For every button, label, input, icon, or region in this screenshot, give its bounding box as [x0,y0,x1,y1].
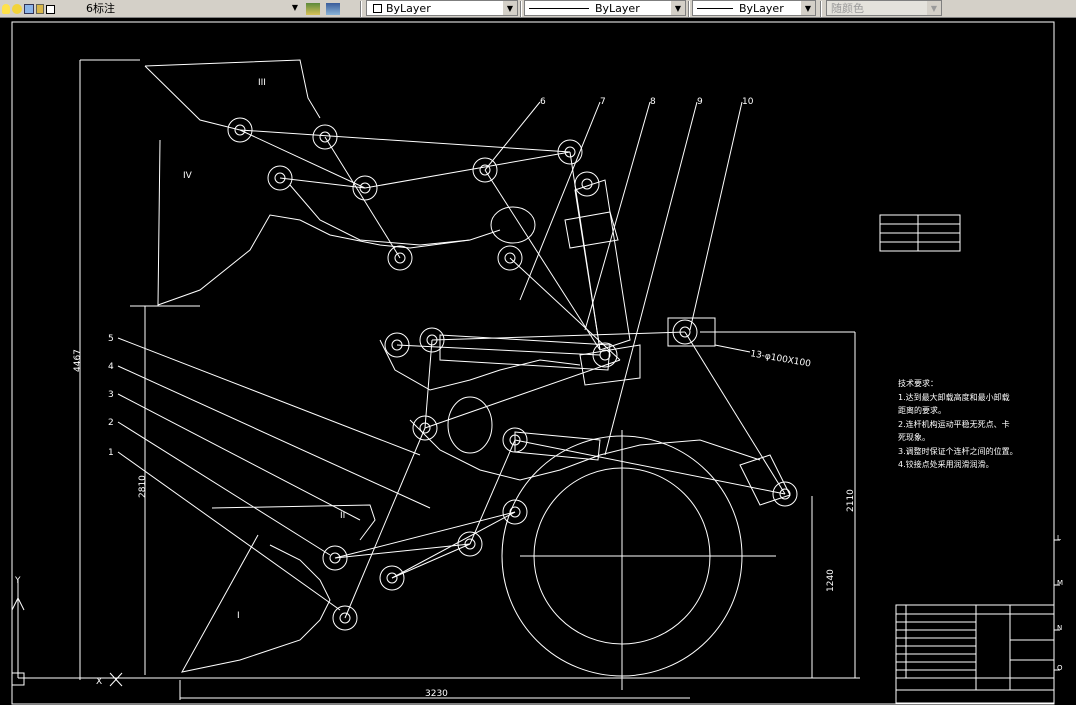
zone-label: II [340,511,345,521]
tech-requirement-line: 死现象。 [898,432,930,442]
layer-name: 6标注 [86,2,115,15]
bucket-upper [130,59,471,307]
callout-number: 1 [108,448,114,458]
callout-number: 2 [108,418,114,428]
callout-number: 10 [742,97,754,107]
callout-number: 3 [108,390,114,400]
dimension-text: 3230 [425,689,448,699]
plotstyle-dropdown[interactable]: 随颜色 ▼ [826,0,942,16]
layer-previous-icon[interactable] [326,3,340,15]
tech-requirement-line: 3.调整时保证个连杆之间的位置。 [898,446,1018,456]
linetype-dropdown[interactable]: ByLayer ▼ [524,0,686,16]
ucs-icon [11,580,123,687]
dimension-text: 4467 [73,349,83,372]
drawing-canvas[interactable]: III IV II I 6 7 8 9 10 5 4 3 2 1 4467 28… [0,18,1076,705]
linetype-value: ByLayer [595,1,640,15]
callout-number: 4 [108,362,114,372]
dimension-text: 2810 [138,475,148,498]
chevron-down-icon[interactable]: ▼ [288,0,302,14]
wheel [501,430,776,690]
layer-dropdown[interactable]: 6标注 ▼ [0,0,302,16]
linetype-preview [529,7,589,9]
make-current-layer-icon[interactable] [306,3,320,15]
bucket-lower [179,504,376,700]
callout-number: 5 [108,334,114,344]
color-swatch-icon [373,3,382,13]
tech-requirement-line: 2.连杆机构运动平稳无死点、卡 [898,419,1010,429]
callout-number: 8 [650,97,656,107]
side-tick-label: M [1057,579,1063,587]
zone-label: III [258,78,266,88]
properties-toolbar: 6标注 ▼ ByLayer ▼ ByLayer ▼ ByLayer ▼ 随颜色 … [0,0,1076,18]
parts-table [879,214,961,252]
dimension-text: 1240 [826,569,836,592]
separator [688,1,690,17]
lineweight-preview [697,7,733,9]
side-tick-label: L [1057,534,1061,542]
tech-requirement-line: 技术要求： [898,378,938,388]
callout-number: 6 [540,97,546,107]
title-block [895,604,1055,704]
layer-tools [306,0,340,18]
color-dropdown[interactable]: ByLayer ▼ [366,0,518,16]
zone-label: I [237,611,240,621]
chevron-down-icon[interactable]: ▼ [801,1,815,15]
callout-number: 9 [697,97,703,107]
axis-y-label: Y [14,576,21,586]
lineweight-dropdown[interactable]: ByLayer ▼ [692,0,816,16]
separator [520,1,522,17]
lineweight-value: ByLayer [739,1,784,15]
pivot-pins [227,117,798,631]
tech-requirement-line: 1.达到最大卸载高度和最小卸载 [898,392,1010,402]
chevron-down-icon[interactable]: ▼ [671,1,685,15]
tech-requirement-line: 距离的要求。 [898,405,946,415]
plotstyle-value: 随颜色 [831,2,864,15]
side-tick-label: O [1057,664,1063,672]
separator [360,1,362,17]
color-value: ByLayer [386,1,431,15]
callout-number: 7 [600,97,606,107]
chevron-down-icon[interactable]: ▼ [503,1,517,15]
linkage-arms [239,129,786,619]
callout-leaders [117,101,751,611]
chevron-down-icon[interactable]: ▼ [927,1,941,15]
side-tick-label: N [1057,624,1062,632]
tech-requirements: 技术要求： 1.达到最大卸载高度和最小卸载 距离的要求。 2.连杆机构运动平稳无… [898,378,1018,469]
axis-x-label: X [96,677,102,687]
zone-label: IV [183,171,193,181]
side-ticks [1054,539,1060,671]
dimension-lines [40,59,860,699]
hydraulic-cylinders [439,179,791,506]
dimension-text: 2110 [846,489,856,512]
tech-requirement-line: 4.铰接点处采用润滑润滑。 [898,459,994,469]
cylinder-annotation: 13-φ100X100 [749,349,811,370]
drawing-frame [11,21,1055,705]
separator [820,1,822,17]
